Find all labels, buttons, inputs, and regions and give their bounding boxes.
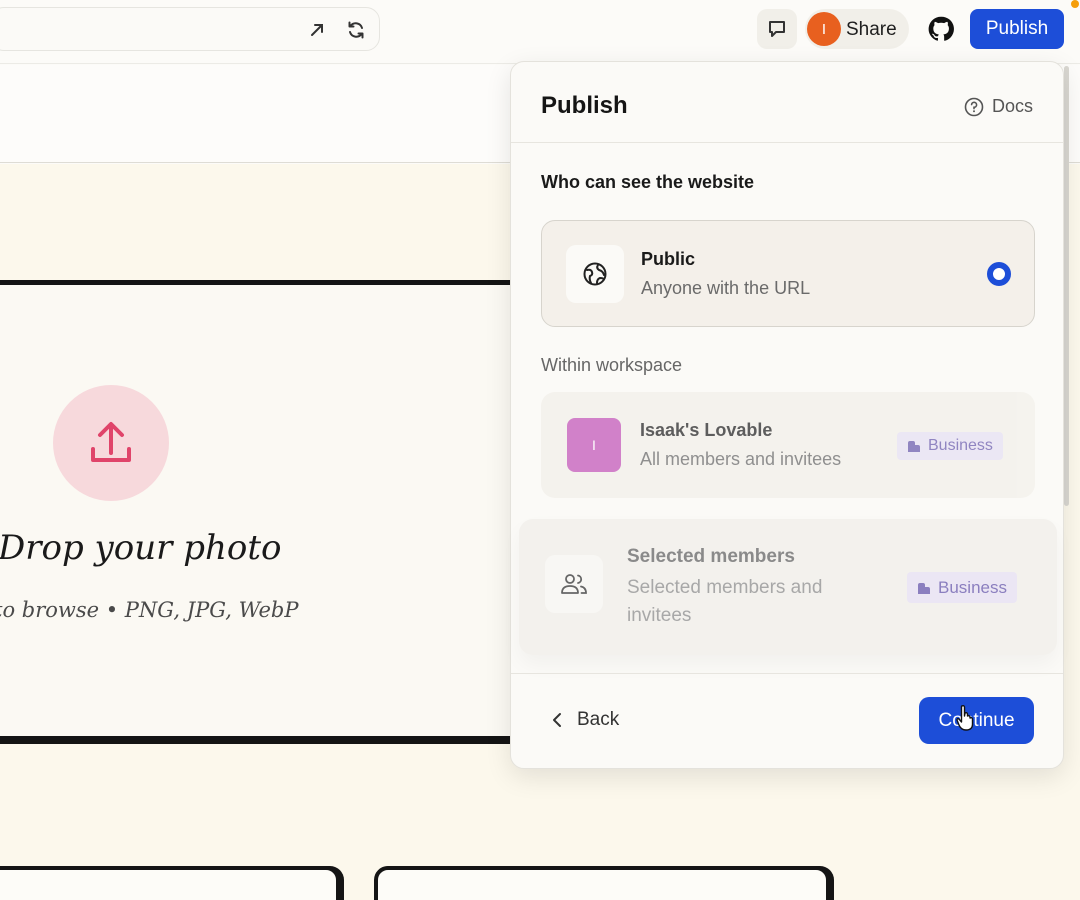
business-badge: Business: [907, 572, 1017, 603]
publish-button[interactable]: Publish: [970, 9, 1064, 49]
badge-label: Business: [938, 577, 1007, 597]
option-selected-members[interactable]: Selected members Selected members and in…: [519, 519, 1057, 655]
workspace-avatar: I: [567, 418, 621, 472]
users-icon: [545, 555, 603, 613]
comment-icon: [769, 21, 785, 37]
upload-icon: [91, 422, 131, 462]
notification-dot: [1071, 0, 1079, 8]
share-label[interactable]: Share: [846, 19, 897, 41]
divider: [511, 673, 1063, 674]
refresh-icon[interactable]: [344, 18, 368, 42]
hand-cursor-icon: [956, 704, 974, 731]
building-icon: [918, 582, 930, 594]
top-bar: I Share Publish: [0, 0, 1080, 64]
docs-label: Docs: [991, 96, 1033, 116]
photo-dropzone[interactable]: [0, 280, 520, 744]
dropzone-subtitle: to browse • PNG, JPG, WebP: [0, 598, 299, 622]
dropzone-title: Drop your photo: [0, 528, 282, 568]
option-title: Public: [641, 249, 696, 269]
option-subtitle-line2: invitees: [627, 605, 692, 626]
visibility-heading: Who can see the website: [541, 172, 755, 192]
upload-button[interactable]: [53, 385, 169, 501]
user-avatar[interactable]: I: [807, 12, 841, 46]
option-workspace[interactable]: I Isaak's Lovable All members and invite…: [541, 392, 1035, 498]
option-subtitle-line1: Selected members and: [627, 577, 823, 598]
option-title: Selected members: [627, 546, 795, 567]
radio-selected[interactable]: [987, 262, 1011, 286]
within-workspace-label: Within workspace: [541, 355, 683, 375]
badge-label: Business: [928, 437, 993, 454]
option-public[interactable]: Public Anyone with the URL: [541, 220, 1035, 327]
building-icon: [908, 441, 920, 452]
preview-card: [0, 866, 340, 900]
url-bar[interactable]: [0, 7, 380, 51]
help-icon: [964, 97, 984, 116]
option-title: Isaak's Lovable: [640, 420, 773, 440]
business-badge: Business: [897, 432, 1003, 460]
comment-button[interactable]: [757, 9, 797, 49]
panel-title: Publish: [541, 92, 628, 119]
divider: [511, 142, 1063, 143]
globe-icon: [566, 245, 624, 303]
chevron-left-icon: [553, 713, 561, 727]
open-external-icon[interactable]: [305, 18, 329, 42]
docs-link[interactable]: Docs: [964, 96, 1033, 117]
back-label: Back: [577, 709, 620, 730]
option-subtitle: All members and invitees: [640, 449, 842, 469]
preview-card: [374, 866, 830, 900]
github-icon[interactable]: [927, 15, 955, 43]
back-button[interactable]: Back: [551, 709, 619, 731]
option-subtitle: Anyone with the URL: [641, 278, 811, 298]
scrollbar[interactable]: [1064, 66, 1069, 506]
publish-panel: Publish Docs Who can see the website Pub…: [510, 61, 1064, 769]
